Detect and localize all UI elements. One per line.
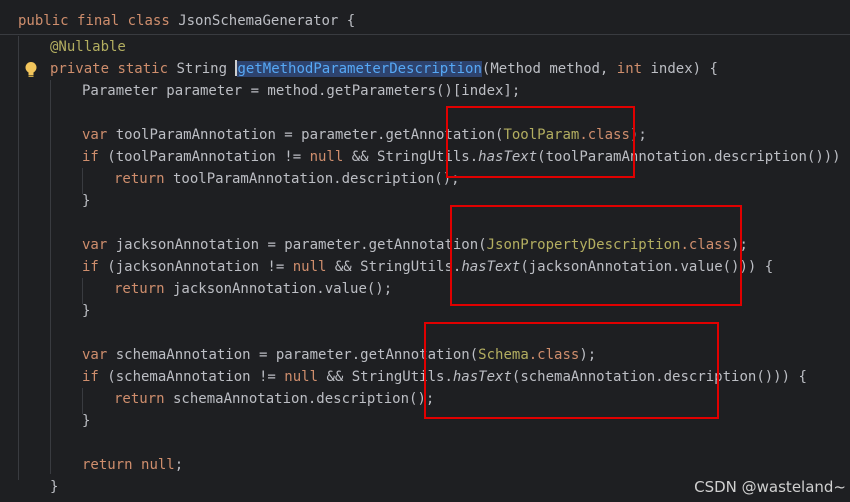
- schema-return-expr: schemaAnnotation.description();: [164, 391, 435, 407]
- code-line-schema-close: }: [82, 413, 91, 429]
- sticky-class-header[interactable]: public final class JsonSchemaGenerator {: [0, 0, 850, 35]
- keyword-if: if: [82, 259, 99, 275]
- keyword-null: null: [292, 259, 327, 275]
- keyword-public: public: [18, 13, 69, 29]
- code-line-tool-return: return toolParamAnnotation.description()…: [114, 168, 460, 190]
- watermark-text: CSDN @wasteland~: [694, 478, 846, 496]
- keyword-null: null: [141, 457, 175, 473]
- keyword-if: if: [82, 149, 99, 165]
- jackson-if-part-a: (jacksonAnnotation !=: [98, 259, 293, 275]
- return-type: String: [176, 61, 228, 77]
- code-line-method-close: }: [50, 479, 59, 495]
- code-line-jackson-close: }: [82, 303, 91, 319]
- tool-return-expr: toolParamAnnotation.description();: [164, 171, 460, 187]
- code-line-return-null: return null;: [82, 454, 183, 476]
- jackson-if-part-b: && StringUtils.: [326, 259, 462, 275]
- code-line-parameter: Parameter parameter = method.getParamete…: [82, 83, 521, 99]
- keyword-final: final: [77, 13, 120, 29]
- keyword-var: var: [82, 347, 108, 363]
- keyword-int: int: [616, 61, 643, 77]
- jackson-return-expr: jacksonAnnotation.value();: [164, 281, 393, 297]
- method-params-open: (Method method,: [481, 61, 617, 77]
- nullable-annotation: @Nullable: [50, 39, 126, 55]
- class-name: JsonSchemaGenerator: [178, 13, 339, 29]
- highlight-box-jackson: [450, 205, 742, 306]
- method-name-highlighted[interactable]: getMethodParameterDescription: [237, 61, 482, 77]
- tool-decl-text: toolParamAnnotation = parameter.getAnnot…: [107, 127, 504, 143]
- lightbulb-icon[interactable]: [24, 61, 38, 79]
- class-declaration-line: public final class JsonSchemaGenerator {: [18, 10, 355, 32]
- keyword-if: if: [82, 369, 99, 385]
- tool-if-part-a: (toolParamAnnotation !=: [98, 149, 310, 165]
- method-params-close: index) {: [642, 61, 718, 77]
- code-line-schema-return: return schemaAnnotation.description();: [114, 388, 434, 410]
- code-line-method-signature: private static String getMethodParameter…: [50, 58, 718, 80]
- keyword-class: class: [127, 13, 170, 29]
- jackson-decl-text: jacksonAnnotation = parameter.getAnnotat…: [107, 237, 487, 253]
- keyword-null: null: [309, 149, 344, 165]
- keyword-var: var: [82, 127, 108, 143]
- code-line-tool-close: }: [82, 193, 91, 209]
- indent-guide-method: [50, 80, 51, 474]
- code-editor[interactable]: public final class JsonSchemaGenerator {…: [0, 0, 850, 502]
- keyword-var: var: [82, 237, 108, 253]
- keyword-return: return: [114, 281, 165, 297]
- keyword-private: private: [50, 61, 110, 77]
- keyword-null: null: [284, 369, 319, 385]
- class-open-brace: {: [346, 13, 356, 29]
- schema-decl-text: schemaAnnotation = parameter.getAnnotati…: [107, 347, 479, 363]
- highlight-box-toolparam: [446, 106, 635, 178]
- schema-if-part-a: (schemaAnnotation !=: [98, 369, 285, 385]
- keyword-return: return: [114, 391, 165, 407]
- highlight-box-schema: [424, 322, 719, 419]
- keyword-return: return: [114, 171, 165, 187]
- keyword-static: static: [117, 61, 169, 77]
- code-line-jackson-return: return jacksonAnnotation.value();: [114, 278, 392, 300]
- code-line-annotation: @Nullable: [50, 36, 126, 58]
- indent-guide-class: [18, 36, 19, 480]
- return-semicolon: ;: [174, 457, 184, 473]
- keyword-return: return: [82, 457, 133, 473]
